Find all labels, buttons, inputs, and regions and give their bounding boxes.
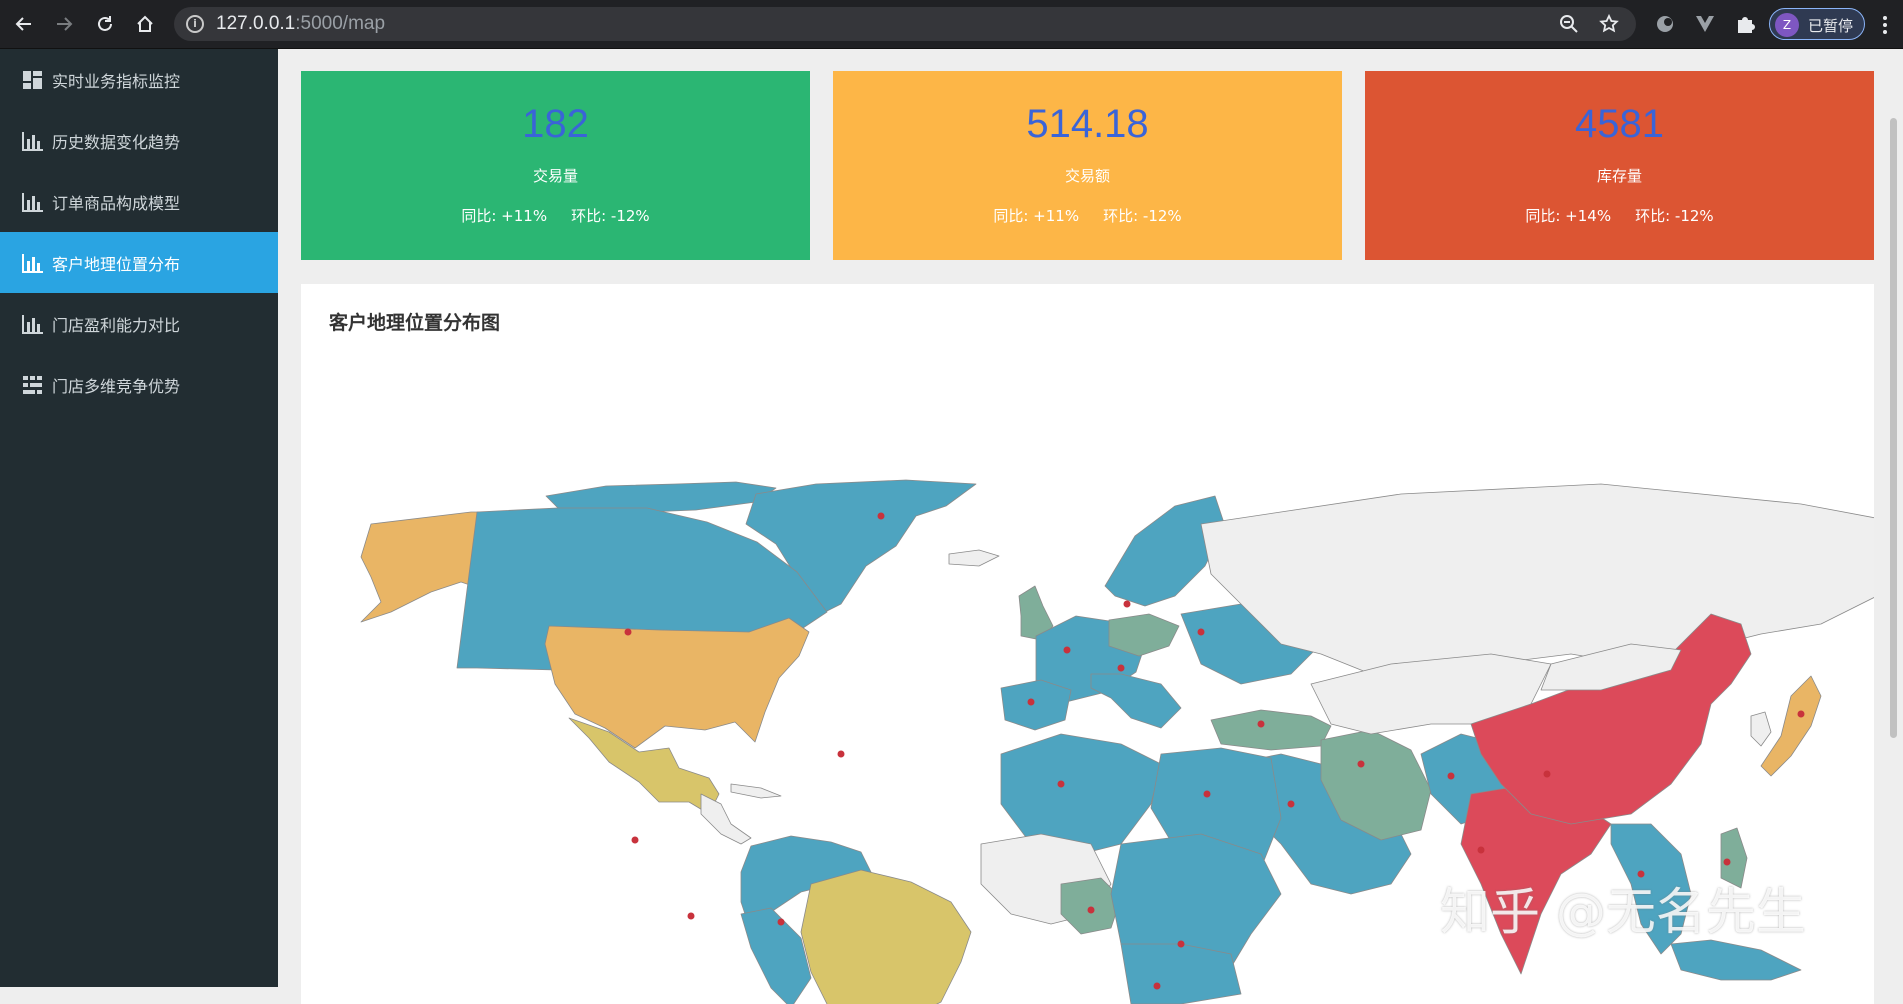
region-iberia (1000, 679, 1072, 731)
kpi-label: 交易额 (1064, 167, 1110, 185)
map-point-kenya (1177, 940, 1185, 948)
map-point-scandinavia (1123, 600, 1131, 608)
kpi-value: 4581 (1575, 102, 1664, 146)
kpi-mom: 环比: -12% (571, 207, 650, 225)
map-point-caribbean (687, 912, 695, 920)
home-icon[interactable] (132, 11, 158, 37)
kpi-compare: 同比: +11% 环比: -12% (301, 205, 810, 226)
profile-button[interactable]: Z 已暂停 (1769, 8, 1865, 40)
puzzle-icon[interactable] (1734, 13, 1756, 35)
map-point-algeria (1057, 780, 1065, 788)
kpi-label: 库存量 (1596, 167, 1642, 185)
address-bar[interactable]: i 127.0.0.1:5000/map (174, 7, 1636, 41)
page-scrollbar[interactable] (1890, 118, 1897, 738)
bar-chart-icon (22, 253, 44, 273)
region-japan (1760, 675, 1822, 777)
sidebar-item-label: 门店盈利能力对比 (52, 315, 181, 335)
sidebar-item-label: 订单商品构成模型 (52, 193, 181, 213)
kpi-value: 182 (522, 102, 589, 146)
map-point-canada (624, 628, 632, 636)
bar-chart-icon (22, 192, 44, 212)
kpi-yoy: 同比: +14% (1525, 207, 1612, 225)
grid-icon (22, 375, 44, 395)
back-icon[interactable] (11, 11, 37, 37)
vue-devtools-icon[interactable] (1694, 13, 1716, 35)
sidebar-item-store-competition[interactable]: 门店多维竞争优势 (0, 354, 278, 415)
map-point-colombia (777, 918, 785, 926)
map-point-mexico (631, 836, 639, 844)
sidebar-item-label: 历史数据变化趋势 (52, 132, 181, 152)
map-point-japan (1797, 710, 1805, 718)
menu-dots-icon[interactable] (1882, 14, 1888, 36)
map-point-greenland (877, 512, 885, 520)
region-turkey (1210, 709, 1332, 751)
url-text[interactable]: 127.0.0.1:5000/map (216, 13, 385, 35)
extension-icon[interactable] (1654, 13, 1676, 35)
region-italy-balkans (1090, 673, 1182, 729)
map-point-china (1543, 770, 1551, 778)
watermark: 知乎 @无名先生 (1440, 883, 1806, 941)
sidebar-item-label: 门店多维竞争优势 (52, 376, 181, 396)
kpi-mom: 环比: -12% (1103, 207, 1182, 225)
region-north-africa (1000, 733, 1162, 855)
map-point-pakistan (1447, 772, 1455, 780)
map-point-ukraine (1197, 628, 1205, 636)
sidebar-item-customer-geo[interactable]: 客户地理位置分布 (0, 232, 278, 293)
site-info-icon[interactable]: i (186, 15, 204, 33)
region-indonesia (1670, 939, 1802, 981)
region-brazil (800, 869, 972, 1004)
map-point-usa (837, 750, 845, 758)
dashboard-icon (22, 70, 44, 90)
region-caribbean (730, 783, 782, 799)
bar-chart-icon (22, 131, 44, 151)
region-peru (740, 907, 812, 1004)
kpi-yoy: 同比: +11% (993, 207, 1080, 225)
map-point-india (1477, 846, 1485, 854)
sidebar-item-history[interactable]: 历史数据变化趋势 (0, 110, 278, 171)
region-southern-africa (1120, 943, 1242, 1004)
map-point-italy (1117, 664, 1125, 672)
sidebar: 实时业务指标监控 历史数据变化趋势 订单商品构成模型 客户地理位置分布 门店盈利… (0, 49, 278, 987)
sidebar-item-label: 实时业务指标监控 (52, 71, 181, 91)
map-point-nigeria (1087, 906, 1095, 914)
region-iceland (948, 549, 1000, 567)
region-nigeria (1060, 877, 1122, 935)
map-point-philippines (1723, 858, 1731, 866)
kpi-mom: 环比: -12% (1635, 207, 1714, 225)
kpi-card-volume: 182 交易量 同比: +11% 环比: -12% (301, 71, 810, 260)
map-point-france (1063, 646, 1071, 654)
reload-icon[interactable] (92, 11, 118, 37)
bookmark-star-icon[interactable] (1599, 13, 1619, 38)
kpi-compare: 同比: +11% 环比: -12% (833, 205, 1342, 226)
bar-chart-icon (22, 314, 44, 334)
region-central-europe (1108, 613, 1180, 657)
kpi-yoy: 同比: +11% (461, 207, 548, 225)
map-point-south-africa (1153, 982, 1161, 990)
region-central-america (700, 793, 752, 845)
kpi-value: 514.18 (1026, 102, 1149, 146)
kpi-label: 交易量 (532, 167, 578, 185)
forward-icon[interactable] (51, 11, 77, 37)
browser-toolbar: i 127.0.0.1:5000/map Z 已暂停 (0, 0, 1903, 49)
avatar: Z (1775, 13, 1799, 37)
profile-status: 已暂停 (1808, 17, 1854, 35)
kpi-compare: 同比: +14% 环比: -12% (1365, 205, 1874, 226)
kpi-card-amount: 514.18 交易额 同比: +11% 环比: -12% (833, 71, 1342, 260)
sidebar-item-store-profit[interactable]: 门店盈利能力对比 (0, 293, 278, 354)
map-point-spain (1027, 698, 1035, 706)
map-point-iran (1357, 760, 1365, 768)
map-point-saudi (1287, 800, 1295, 808)
map-point-turkey (1257, 720, 1265, 728)
zoom-icon[interactable] (1559, 14, 1579, 38)
sidebar-item-order-model[interactable]: 订单商品构成模型 (0, 171, 278, 232)
kpi-card-inventory: 4581 库存量 同比: +14% 环比: -12% (1365, 71, 1874, 260)
sidebar-item-label: 客户地理位置分布 (52, 254, 181, 274)
region-korea (1750, 711, 1772, 747)
sidebar-item-realtime[interactable]: 实时业务指标监控 (0, 49, 278, 110)
map-point-egypt (1203, 790, 1211, 798)
